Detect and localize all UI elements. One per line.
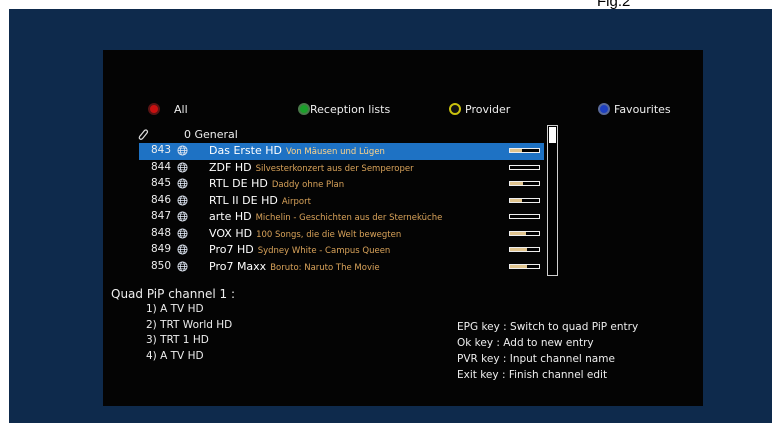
paperclip-icon — [138, 129, 149, 140]
globe-icon — [177, 161, 188, 173]
channel-epg: Daddy ohne Plan — [271, 180, 345, 190]
blue-key-favourites[interactable]: Favourites — [598, 99, 671, 119]
channel-name: ZDF HD — [209, 160, 252, 174]
channel-name-cell: RTL DE HD Daddy ohne Plan — [209, 177, 344, 190]
signal-bar — [509, 214, 540, 219]
signal-bar — [509, 148, 540, 153]
quad-pip-title: Quad PiP channel 1 : — [111, 287, 235, 301]
channel-row[interactable]: 847 arte HD Michelin - Geschichten aus der… — [139, 209, 544, 226]
signal-bar-fill — [510, 231, 526, 235]
channel-row[interactable]: 850 Pro7 Maxx Boruto: Naruto The Movie — [139, 259, 544, 276]
key-help: EPG key : Switch to quad PiP entry Ok ke… — [457, 319, 638, 383]
channel-row[interactable]: 843 Das Erste HD Von Mäusen und Lügen — [139, 143, 544, 160]
red-key-label: All — [174, 102, 188, 116]
signal-bar-fill — [510, 264, 528, 268]
channel-number: 844 — [150, 160, 171, 173]
channel-name: Das Erste HD — [209, 144, 282, 157]
signal-bar — [509, 263, 540, 269]
channel-row[interactable]: 846 RTL II DE HD Airport — [139, 193, 544, 210]
channel-number: 848 — [150, 226, 171, 239]
channel-epg: Silvesterkonzert aus der Semperoper — [255, 163, 414, 174]
signal-bar — [509, 197, 540, 203]
channel-epg: Boruto: Naruto The Movie — [270, 262, 380, 273]
channel-number: 847 — [150, 210, 171, 222]
help-pvr-key: PVR key : Input channel name — [457, 353, 615, 365]
pip-entry[interactable]: 4) A TV HD — [146, 349, 232, 365]
pip-entry[interactable]: 1) A TV HD — [146, 302, 232, 318]
globe-icon — [177, 244, 188, 255]
channel-name: RTL DE HD — [209, 177, 268, 190]
channel-name: VOX HD — [209, 226, 253, 240]
help-ok-key: Ok key : Add to new entry — [457, 337, 594, 349]
blue-key-label: Favourites — [614, 102, 671, 116]
quad-pip-list: 1) A TV HD 2) TRT World HD 3) TRT 1 HD 4… — [146, 302, 232, 364]
channel-name-cell: Das Erste HD Von Mäusen und Lügen — [209, 144, 385, 157]
channel-name: Pro7 Maxx — [209, 259, 267, 273]
green-button-icon — [298, 103, 310, 115]
channel-name-cell: ZDF HD Silvesterkonzert aus der Semperope… — [209, 161, 414, 174]
channel-name-cell: Pro7 HD Sydney White - Campus Queen — [209, 243, 390, 256]
signal-bar-fill — [510, 149, 522, 152]
channel-epg: Sydney White - Campus Queen — [257, 246, 391, 256]
yellow-key-label: Provider — [465, 102, 511, 116]
red-key-all[interactable]: All — [148, 99, 188, 119]
channel-name: arte HD — [209, 210, 252, 223]
pip-entry[interactable]: 3) TRT 1 HD — [146, 333, 232, 349]
signal-bar-fill — [510, 182, 524, 185]
channel-epg: Airport — [281, 196, 311, 207]
scrollbar-thumb[interactable] — [549, 127, 556, 143]
channel-name-cell: arte HD Michelin - Geschichten aus der St… — [209, 210, 442, 223]
channel-name-cell: Pro7 Maxx Boruto: Naruto The Movie — [209, 260, 380, 273]
channel-edit-screen: All Reception lists Provider Favourites … — [103, 50, 703, 406]
globe-icon — [177, 260, 188, 272]
channel-row[interactable]: 845 RTL DE HD Daddy ohne Plan — [139, 176, 544, 193]
globe-icon — [177, 194, 188, 206]
globe-icon — [177, 227, 188, 239]
channel-epg: Michelin - Geschichten aus der Sterneküc… — [255, 213, 443, 223]
green-key-reception-lists[interactable]: Reception lists — [298, 99, 390, 119]
group-header[interactable]: 0 General — [138, 127, 238, 142]
yellow-button-icon — [449, 103, 461, 115]
group-label: 0 General — [184, 128, 238, 141]
color-key-bar: All Reception lists Provider Favourites — [103, 99, 703, 119]
pip-entry[interactable]: 2) TRT World HD — [146, 318, 232, 334]
signal-bar — [509, 164, 540, 170]
help-epg-key: EPG key : Switch to quad PiP entry — [457, 321, 639, 333]
channel-number: 850 — [150, 259, 171, 272]
help-exit-key: Exit key : Finish channel edit — [457, 369, 608, 381]
signal-bar — [509, 230, 540, 236]
channel-epg: Von Mäusen und Lügen — [285, 147, 385, 157]
channel-name-cell: VOX HD 100 Songs, die die Welt bewegten — [209, 227, 401, 240]
channel-epg: 100 Songs, die die Welt bewegten — [256, 229, 402, 240]
blue-button-icon — [598, 103, 610, 115]
signal-bar-fill — [510, 198, 522, 202]
channel-name-cell: RTL II DE HD Airport — [209, 194, 311, 207]
channel-number: 849 — [150, 243, 171, 255]
yellow-key-provider[interactable]: Provider — [449, 99, 510, 119]
channel-name: Pro7 HD — [209, 243, 254, 256]
channel-row[interactable]: 844 ZDF HD Silvesterkonzert aus der Semper… — [139, 160, 544, 177]
channel-row[interactable]: 849 Pro7 HD Sydney White - Campus Queen — [139, 242, 544, 259]
channel-name: RTL II DE HD — [209, 193, 278, 207]
channel-number: 845 — [150, 177, 171, 189]
channel-list-scrollbar[interactable] — [547, 125, 558, 276]
channel-number: 846 — [150, 193, 171, 206]
channel-number: 843 — [150, 144, 171, 156]
green-key-label: Reception lists — [310, 102, 391, 116]
signal-bar — [509, 247, 540, 252]
channel-list: 843 Das Erste HD Von Mäusen und Lügen 844 ZD… — [139, 143, 544, 275]
red-button-icon — [148, 103, 160, 115]
channel-row[interactable]: 848 VOX HD 100 Songs, die die Welt bewegte… — [139, 226, 544, 243]
tv-frame: All Reception lists Provider Favourites … — [9, 9, 772, 423]
signal-bar-fill — [510, 248, 528, 251]
globe-icon — [177, 145, 188, 156]
globe-icon — [177, 211, 188, 222]
signal-bar — [509, 181, 540, 186]
globe-icon — [177, 178, 188, 189]
